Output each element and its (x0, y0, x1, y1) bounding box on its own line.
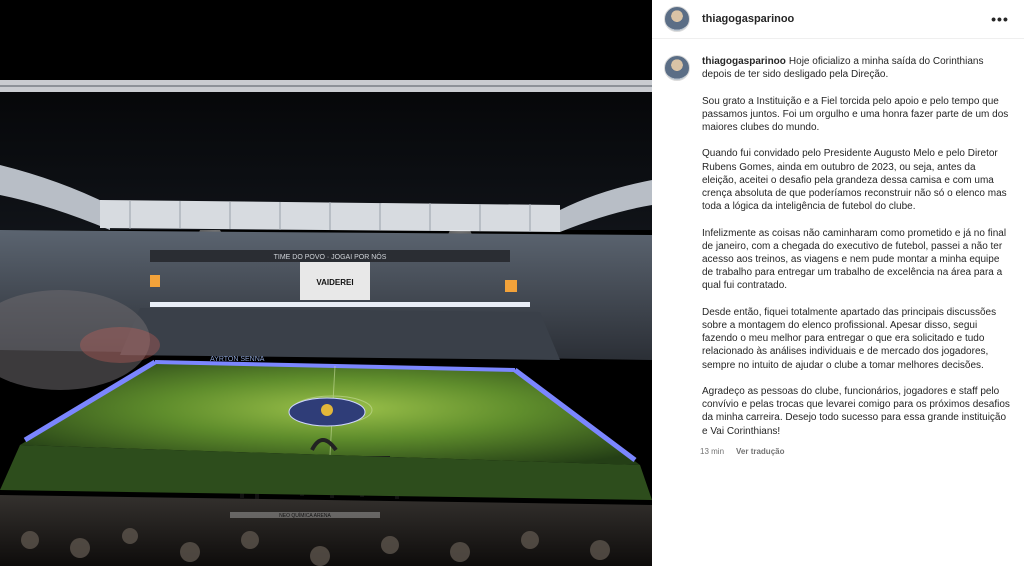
caption-username[interactable]: thiagogasparinoo (702, 56, 786, 67)
caption-paragraph: Agradeço as pessoas do clube, funcionári… (702, 386, 1010, 437)
avatar[interactable] (664, 6, 690, 32)
ribbon-text: NEO QUÍMICA ARENA (279, 512, 331, 519)
caption-paragraph: Sou grato a Instituição e a Fiel torcida… (702, 95, 1009, 133)
stadium-flag-text: VAIDEREI (316, 278, 353, 287)
post-media[interactable]: TIME DO POVO · JOGAI POR NÓS VAIDEREI AY… (0, 0, 652, 566)
timestamp[interactable]: 13 min (700, 447, 724, 456)
header-username[interactable]: thiagogasparinoo (702, 13, 794, 25)
caption-paragraph: Desde então, fiquei totalmente apartado … (702, 306, 997, 371)
caption: thiagogasparinoo Hoje oficializo a minha … (652, 39, 1024, 438)
more-icon: ••• (991, 11, 1009, 27)
post-meta: 13 min Ver tradução (700, 447, 1024, 456)
post-panel: thiagogasparinoo ••• thiagogasparinoo Hoj… (652, 0, 1024, 566)
stadium-photo: TIME DO POVO · JOGAI POR NÓS VAIDEREI AY… (0, 0, 652, 566)
more-options-button[interactable]: ••• (988, 7, 1012, 31)
caption-paragraph: thiagogasparinoo Hoje oficializo a minha … (702, 55, 1010, 81)
caption-paragraph: Infelizmente as coisas não caminharam co… (702, 227, 1007, 292)
caption-avatar[interactable] (664, 55, 690, 81)
post-header: thiagogasparinoo ••• (652, 0, 1024, 39)
stadium-banner-text: TIME DO POVO · JOGAI POR NÓS (274, 252, 387, 261)
translate-link[interactable]: Ver tradução (736, 447, 784, 456)
caption-paragraph: Quando fui convidado pelo Presidente Aug… (702, 148, 1007, 213)
caption-text: thiagogasparinoo Hoje oficializo a minha … (702, 55, 1010, 438)
